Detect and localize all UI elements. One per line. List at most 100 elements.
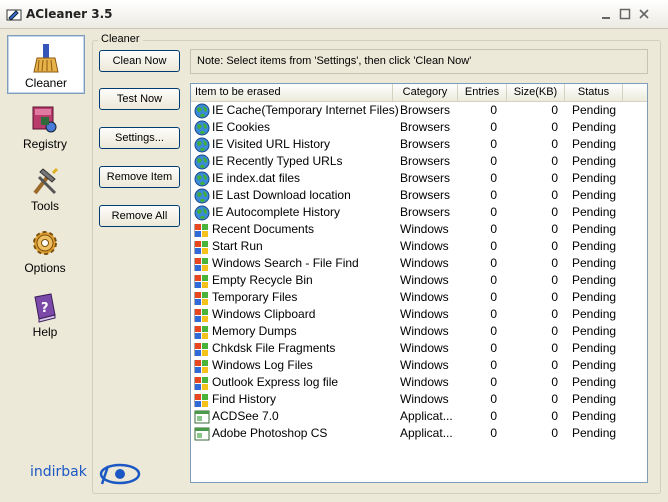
- items-listview[interactable]: Item to be erased Category Entries Size(…: [190, 83, 648, 483]
- windows-flag-icon: [193, 392, 210, 408]
- windows-flag-icon: [193, 256, 210, 272]
- brand-name: indirbak: [30, 464, 87, 480]
- globe-icon: [194, 103, 210, 119]
- cell-size: 0: [551, 426, 558, 440]
- cell-status: Pending: [572, 273, 617, 287]
- column-header-size[interactable]: Size(KB): [507, 84, 565, 101]
- cell-size: 0: [551, 205, 558, 219]
- cell-category: Browsers: [400, 137, 451, 151]
- sidebar-item-cleaner[interactable]: Cleaner: [7, 35, 85, 94]
- windows-flag-icon: [193, 307, 210, 323]
- table-row[interactable]: Chkdsk File Fragments Windows 0 0 Pending: [191, 340, 647, 357]
- remove-all-button[interactable]: Remove All: [99, 205, 180, 227]
- table-row[interactable]: IE Recently Typed URLs Browsers 0 0 Pending: [191, 153, 647, 170]
- registry-icon: [32, 106, 57, 133]
- cell-entries: 0: [490, 239, 497, 253]
- table-row[interactable]: Temporary Files Windows 0 0 Pending: [191, 289, 647, 306]
- cell-entries: 0: [490, 324, 497, 338]
- cell-entries: 0: [490, 426, 497, 440]
- cell-status: Pending: [572, 392, 617, 406]
- table-row[interactable]: IE Autocomplete History Browsers 0 0 Pending: [191, 204, 647, 221]
- table-row[interactable]: IE Last Download location Browsers 0 0 Pendi…: [191, 187, 647, 204]
- column-header-entries[interactable]: Entries: [458, 84, 507, 101]
- cell-status: Pending: [572, 137, 617, 151]
- clean-now-button[interactable]: Clean Now: [99, 50, 180, 72]
- table-row[interactable]: Find History Windows 0 0 Pending: [191, 391, 647, 408]
- cell-size: 0: [551, 409, 558, 423]
- cell-item: Windows Search - File Find: [212, 256, 359, 270]
- cell-entries: 0: [490, 154, 497, 168]
- table-row[interactable]: IE Cache(Temporary Internet Files) Browse…: [191, 102, 647, 119]
- table-row[interactable]: Memory Dumps Windows 0 0 Pending: [191, 323, 647, 340]
- table-row[interactable]: Empty Recycle Bin Windows 0 0 Pending: [191, 272, 647, 289]
- cell-entries: 0: [490, 392, 497, 406]
- sidebar-item-registry[interactable]: Registry: [7, 97, 83, 154]
- cell-size: 0: [551, 324, 558, 338]
- globe-icon: [194, 171, 210, 187]
- cell-item: Temporary Files: [212, 290, 298, 304]
- cell-item: ACDSee 7.0: [212, 409, 279, 423]
- settings-button[interactable]: Settings...: [99, 127, 180, 149]
- windows-flag-icon: [193, 375, 210, 391]
- cell-entries: 0: [490, 273, 497, 287]
- table-row[interactable]: IE index.dat files Browsers 0 0 Pending: [191, 170, 647, 187]
- minimize-icon[interactable]: [601, 8, 613, 20]
- column-header-status[interactable]: Status: [565, 84, 623, 101]
- cell-entries: 0: [490, 205, 497, 219]
- sidebar-item-tools[interactable]: Tools: [7, 159, 83, 216]
- table-row[interactable]: Start Run Windows 0 0 Pending: [191, 238, 647, 255]
- cell-category: Windows: [400, 222, 449, 236]
- sidebar: Cleaner Registry Tools Options ? Help: [7, 35, 85, 485]
- cell-item: IE Visited URL History: [212, 137, 331, 151]
- sidebar-item-options[interactable]: Options: [7, 221, 83, 278]
- cell-entries: 0: [490, 103, 497, 117]
- cell-item: IE Last Download location: [212, 188, 351, 202]
- cell-item: IE Recently Typed URLs: [212, 154, 343, 168]
- globe-icon: [194, 137, 210, 153]
- cell-size: 0: [551, 375, 558, 389]
- table-row[interactable]: Adobe Photoshop CS Applicat... 0 0 Pending: [191, 425, 647, 442]
- cell-item: Adobe Photoshop CS: [212, 426, 328, 440]
- close-icon[interactable]: [638, 8, 650, 20]
- table-row[interactable]: Windows Search - File Find Windows 0 0 Pendi…: [191, 255, 647, 272]
- table-row[interactable]: ACDSee 7.0 Applicat... 0 0 Pending: [191, 408, 647, 425]
- cell-status: Pending: [572, 103, 617, 117]
- cell-size: 0: [551, 358, 558, 372]
- cell-entries: 0: [490, 120, 497, 134]
- title-bar[interactable]: ACleaner 3.5: [0, 0, 668, 29]
- test-now-button[interactable]: Test Now: [99, 88, 180, 110]
- cell-size: 0: [551, 239, 558, 253]
- cell-category: Windows: [400, 358, 449, 372]
- windows-flag-icon: [193, 341, 210, 357]
- cell-entries: 0: [490, 358, 497, 372]
- column-header-category[interactable]: Category: [393, 84, 458, 101]
- window-title: ACleaner 3.5: [26, 7, 113, 21]
- table-row[interactable]: Recent Documents Windows 0 0 Pending: [191, 221, 647, 238]
- globe-icon: [194, 205, 210, 221]
- table-row[interactable]: Windows Clipboard Windows 0 0 Pending: [191, 306, 647, 323]
- maximize-icon[interactable]: [619, 8, 631, 20]
- cell-status: Pending: [572, 205, 617, 219]
- sidebar-item-help[interactable]: ? Help: [7, 285, 83, 342]
- cell-entries: 0: [490, 341, 497, 355]
- cell-size: 0: [551, 171, 558, 185]
- sidebar-item-label: Help: [32, 325, 58, 339]
- cell-entries: 0: [490, 171, 497, 185]
- cell-item: Chkdsk File Fragments: [212, 341, 336, 355]
- cell-status: Pending: [572, 171, 617, 185]
- cell-status: Pending: [572, 239, 617, 253]
- sidebar-item-label: Tools: [30, 199, 59, 213]
- remove-item-button[interactable]: Remove Item: [99, 166, 180, 188]
- cell-item: IE Autocomplete History: [212, 205, 341, 219]
- table-row[interactable]: IE Cookies Browsers 0 0 Pending: [191, 119, 647, 136]
- table-row[interactable]: Outlook Express log file Windows 0 0 Pending: [191, 374, 647, 391]
- windows-flag-icon: [193, 358, 210, 374]
- cell-status: Pending: [572, 222, 617, 236]
- column-header-item[interactable]: Item to be erased: [191, 84, 393, 101]
- windows-flag-icon: [193, 324, 210, 340]
- table-row[interactable]: Windows Log Files Windows 0 0 Pending: [191, 357, 647, 374]
- cell-entries: 0: [490, 137, 497, 151]
- table-row[interactable]: IE Visited URL History Browsers 0 0 Pending: [191, 136, 647, 153]
- cell-size: 0: [551, 256, 558, 270]
- application-icon: [194, 426, 210, 442]
